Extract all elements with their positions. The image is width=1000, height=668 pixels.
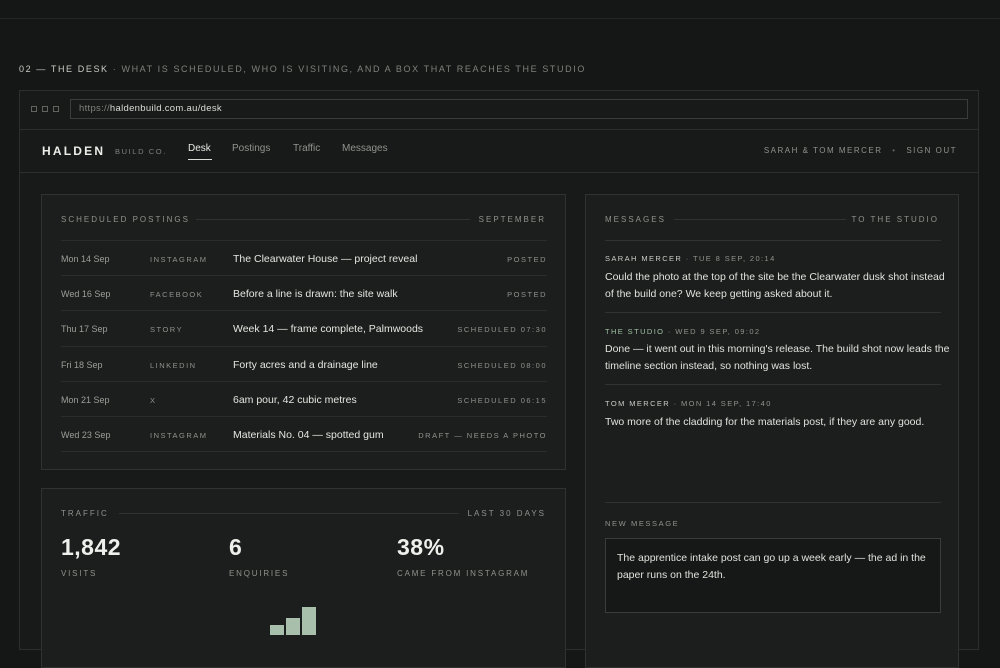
scheduled-postings-panel: SCHEDULED POSTINGS SEPTEMBER Mon 14 Sep … [41, 194, 566, 470]
active-tab-indicator [188, 159, 212, 160]
message-body: Two more of the cladding for the materia… [605, 416, 925, 428]
browser-chrome: https://haldenbuild.com.au/desk [20, 91, 978, 130]
header-rule [119, 513, 459, 514]
message-divider [605, 312, 941, 313]
message-author: SARAH MERCER [605, 254, 683, 263]
posting-date: Fri 18 Sep [61, 360, 103, 370]
section-number: 02 — THE DESK [19, 64, 109, 74]
tab-postings[interactable]: Postings [232, 143, 270, 154]
app-header: HALDEN BUILD CO. Desk Postings Traffic M… [20, 129, 978, 173]
posting-title: Materials No. 04 — spotted gum [233, 429, 384, 441]
top-divider [0, 18, 1000, 19]
tab-desk[interactable]: Desk [188, 143, 211, 154]
compose-divider [605, 502, 941, 503]
section-heading: 02 — THE DESK · WHAT IS SCHEDULED, WHO I… [19, 64, 586, 74]
message-meta: THE STUDIO · WED 9 SEP, 09:02 [605, 327, 761, 336]
new-message-label: NEW MESSAGE [605, 519, 680, 528]
table-row[interactable]: Thu 17 Sep STORY Week 14 — frame complet… [61, 310, 547, 346]
posting-channel: INSTAGRAM [150, 255, 208, 264]
posting-date: Wed 23 Sep [61, 430, 111, 440]
messages-panel: MESSAGES TO THE STUDIO SARAH MERCER · TU… [585, 194, 959, 668]
user-area: SARAH & TOM MERCER • SIGN OUT [764, 146, 957, 155]
url-scheme: https:// [79, 103, 110, 114]
window-control-icon[interactable] [31, 106, 37, 112]
posting-status: SCHEDULED 07:30 [457, 325, 547, 334]
user-separator: • [892, 146, 897, 155]
posting-channel: X [150, 396, 157, 405]
message-author: TOM MERCER [605, 399, 671, 408]
posting-title: Before a line is drawn: the site walk [233, 288, 398, 300]
posting-status: SCHEDULED 06:15 [457, 396, 547, 405]
posting-title: The Clearwater House — project reveal [233, 253, 418, 265]
enquiries-value: 6 [229, 534, 243, 560]
postings-month: SEPTEMBER [478, 215, 546, 224]
posting-status: SCHEDULED 08:00 [457, 361, 547, 370]
posting-channel: FACEBOOK [150, 290, 204, 299]
posting-channel: INSTAGRAM [150, 431, 208, 440]
traffic-bar [286, 618, 300, 635]
table-row[interactable]: Fri 18 Sep LINKEDIN Forty acres and a dr… [61, 346, 547, 382]
browser-window: https://haldenbuild.com.au/desk HALDEN B… [19, 90, 979, 668]
posting-date: Wed 16 Sep [61, 289, 111, 299]
header-rule [196, 219, 470, 220]
traffic-title: TRAFFIC [61, 509, 109, 518]
posting-title: Week 14 — frame complete, Palmwoods [233, 323, 424, 335]
window-control-icon[interactable] [53, 106, 59, 112]
message-divider [605, 384, 941, 385]
instagram-share-value: 38% [397, 534, 445, 560]
traffic-bar [302, 607, 316, 635]
posting-title: 6am pour, 42 cubic metres [233, 394, 357, 406]
message-meta: TOM MERCER · MON 14 SEP, 17:40 [605, 399, 772, 408]
enquiries-label: ENQUIRIES [229, 569, 290, 578]
message-body: Could the photo at the top of the site b… [605, 271, 945, 300]
visits-value: 1,842 [61, 534, 122, 560]
table-row[interactable]: Wed 23 Sep INSTAGRAM Materials No. 04 — … [61, 416, 547, 452]
url-path: /desk [197, 103, 222, 114]
posting-status: POSTED [507, 255, 547, 264]
new-message-textarea[interactable]: The apprentice intake post can go up a w… [605, 538, 941, 613]
tab-traffic[interactable]: Traffic [293, 143, 320, 154]
posting-date: Mon 14 Sep [61, 254, 110, 264]
message-time: · MON 14 SEP, 17:40 [670, 399, 772, 408]
url-host: haldenbuild.com.au [109, 103, 198, 114]
posting-channel: LINKEDIN [150, 361, 197, 370]
messages-title: MESSAGES [605, 215, 666, 224]
table-row[interactable]: Mon 14 Sep INSTAGRAM The Clearwater Hous… [61, 240, 547, 276]
message-body: Done — it went out in this morning's rel… [605, 343, 950, 372]
message-meta: SARAH MERCER · TUE 8 SEP, 20:14 [605, 254, 776, 263]
messages-recipient: TO THE STUDIO [851, 215, 939, 224]
header-rule [674, 219, 846, 220]
traffic-panel: TRAFFIC LAST 30 DAYS 1,842 VISITS 6 ENQU… [41, 488, 566, 668]
logo[interactable]: HALDEN [42, 144, 105, 158]
instagram-share-label: CAME FROM INSTAGRAM [397, 569, 530, 578]
posting-date: Mon 21 Sep [61, 395, 110, 405]
section-subtitle: · WHAT IS SCHEDULED, WHO IS VISITING, AN… [108, 64, 586, 74]
posting-channel: STORY [150, 325, 184, 334]
traffic-bar [270, 625, 284, 635]
sign-out-link[interactable]: SIGN OUT [906, 146, 957, 155]
window-control-icon[interactable] [42, 106, 48, 112]
address-bar[interactable]: https://haldenbuild.com.au/desk [70, 99, 968, 119]
posting-status: POSTED [507, 290, 547, 299]
messages-top-rule [605, 240, 941, 241]
tab-messages[interactable]: Messages [342, 143, 388, 154]
user-name: SARAH & TOM MERCER [763, 146, 883, 155]
table-row[interactable]: Wed 16 Sep FACEBOOK Before a line is dra… [61, 275, 547, 311]
postings-title: SCHEDULED POSTINGS [61, 215, 190, 224]
message-author: THE STUDIO [605, 327, 665, 336]
message-time: · TUE 8 SEP, 20:14 [682, 254, 776, 263]
traffic-bar-chart [270, 607, 320, 635]
posting-status: DRAFT — NEEDS A PHOTO [418, 431, 547, 440]
logo-subtitle: BUILD CO. [115, 147, 167, 156]
visits-label: VISITS [61, 569, 98, 578]
message-time: · WED 9 SEP, 09:02 [664, 327, 761, 336]
table-row[interactable]: Mon 21 Sep X 6am pour, 42 cubic metres S… [61, 381, 547, 417]
table-bottom-rule [61, 451, 547, 452]
posting-date: Thu 17 Sep [61, 324, 108, 334]
traffic-range: LAST 30 DAYS [467, 509, 546, 518]
posting-title: Forty acres and a drainage line [233, 359, 378, 371]
